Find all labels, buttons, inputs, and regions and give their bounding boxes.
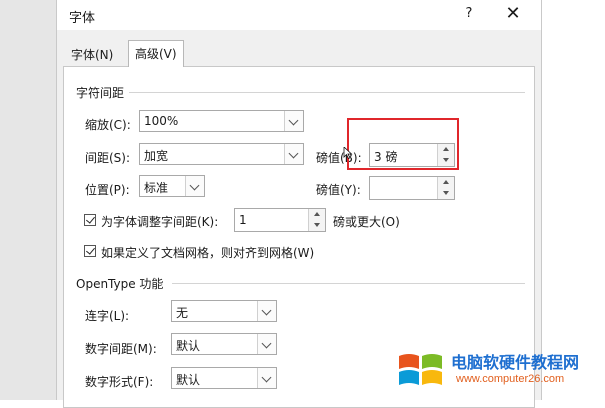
num-spacing-combo[interactable]: 默认 bbox=[171, 333, 277, 355]
spacing-combo[interactable]: 加宽 bbox=[139, 143, 304, 165]
grid-checkbox[interactable] bbox=[84, 245, 96, 257]
spin-down-button[interactable] bbox=[438, 188, 454, 199]
arrow-up-icon bbox=[443, 180, 449, 184]
dialog-title: 字体 bbox=[69, 11, 96, 26]
arrow-up-icon bbox=[314, 212, 320, 216]
scale-combo[interactable]: 100% bbox=[139, 110, 304, 132]
spacing-label: 间距(S): bbox=[85, 151, 131, 165]
kerning-label[interactable]: 为字体调整字间距(K): bbox=[101, 213, 218, 230]
ligatures-dropdown-button[interactable] bbox=[257, 301, 276, 321]
position-value: 标准 bbox=[144, 181, 169, 195]
grid-label[interactable]: 如果定义了文档网格，则对齐到网格(W) bbox=[101, 244, 314, 261]
position-combo[interactable]: 标准 bbox=[139, 175, 205, 197]
font-dialog: 字体 ? ✕ 字体(N) 高级(V) 字符间距 缩放(C): 100% 间距(S… bbox=[56, 0, 542, 408]
help-button[interactable]: ? bbox=[459, 6, 479, 24]
spinner-buttons bbox=[308, 209, 325, 231]
checkmark-icon bbox=[86, 214, 95, 224]
position-label: 位置(P): bbox=[85, 183, 130, 197]
chevron-down-icon bbox=[261, 338, 272, 349]
ligatures-combo[interactable]: 无 bbox=[171, 300, 277, 322]
scale-dropdown-button[interactable] bbox=[284, 111, 303, 131]
position-points-spinner[interactable] bbox=[369, 176, 455, 200]
chevron-down-icon bbox=[288, 148, 299, 159]
spacing-value: 加宽 bbox=[144, 149, 169, 163]
chevron-down-icon bbox=[261, 305, 272, 316]
num-spacing-label: 数字间距(M): bbox=[85, 342, 157, 356]
scale-label: 缩放(C): bbox=[85, 118, 131, 132]
num-form-dropdown-button[interactable] bbox=[257, 368, 276, 388]
arrow-down-icon bbox=[314, 223, 320, 227]
char-spacing-heading: 字符间距 bbox=[76, 86, 125, 100]
scale-value: 100% bbox=[144, 114, 179, 128]
windows-logo-icon bbox=[399, 354, 442, 385]
ligatures-label: 连字(L): bbox=[85, 309, 130, 323]
char-spacing-divider bbox=[129, 92, 525, 93]
ligatures-value: 无 bbox=[176, 306, 189, 320]
title-bar: 字体 ? ✕ bbox=[57, 0, 541, 30]
kerning-value: 1 bbox=[239, 213, 247, 227]
num-spacing-dropdown-button[interactable] bbox=[257, 334, 276, 354]
spacing-dropdown-button[interactable] bbox=[284, 144, 303, 164]
position-points-label: 磅值(Y): bbox=[316, 183, 361, 197]
kerning-checkbox[interactable] bbox=[84, 214, 96, 226]
close-button[interactable]: ✕ bbox=[500, 2, 526, 26]
tab-advanced[interactable]: 高级(V) bbox=[128, 40, 184, 67]
num-form-combo[interactable]: 默认 bbox=[171, 367, 277, 389]
background-right bbox=[541, 0, 605, 400]
num-form-value: 默认 bbox=[176, 373, 201, 387]
position-dropdown-button[interactable] bbox=[185, 176, 204, 196]
watermark-url: www.computer26.com bbox=[456, 373, 565, 385]
tab-font[interactable]: 字体(N) bbox=[65, 44, 119, 66]
num-spacing-value: 默认 bbox=[176, 339, 201, 353]
opentype-heading: OpenType 功能 bbox=[76, 277, 164, 291]
kerning-suffix: 磅或更大(O) bbox=[333, 215, 400, 229]
highlight-box bbox=[347, 118, 459, 170]
mouse-cursor-icon bbox=[343, 147, 353, 159]
background-left bbox=[0, 0, 56, 400]
chevron-down-icon bbox=[261, 372, 272, 383]
kerning-spinner[interactable]: 1 bbox=[234, 208, 326, 232]
watermark-title: 电脑软硬件教程网 bbox=[451, 353, 580, 372]
num-form-label: 数字形式(F): bbox=[85, 375, 154, 389]
chevron-down-icon bbox=[288, 115, 299, 126]
opentype-divider bbox=[172, 283, 525, 284]
chevron-down-icon bbox=[189, 180, 200, 191]
arrow-down-icon bbox=[443, 191, 449, 195]
spin-down-button[interactable] bbox=[309, 220, 325, 231]
checkmark-icon bbox=[86, 245, 95, 255]
spinner-buttons bbox=[437, 177, 454, 199]
